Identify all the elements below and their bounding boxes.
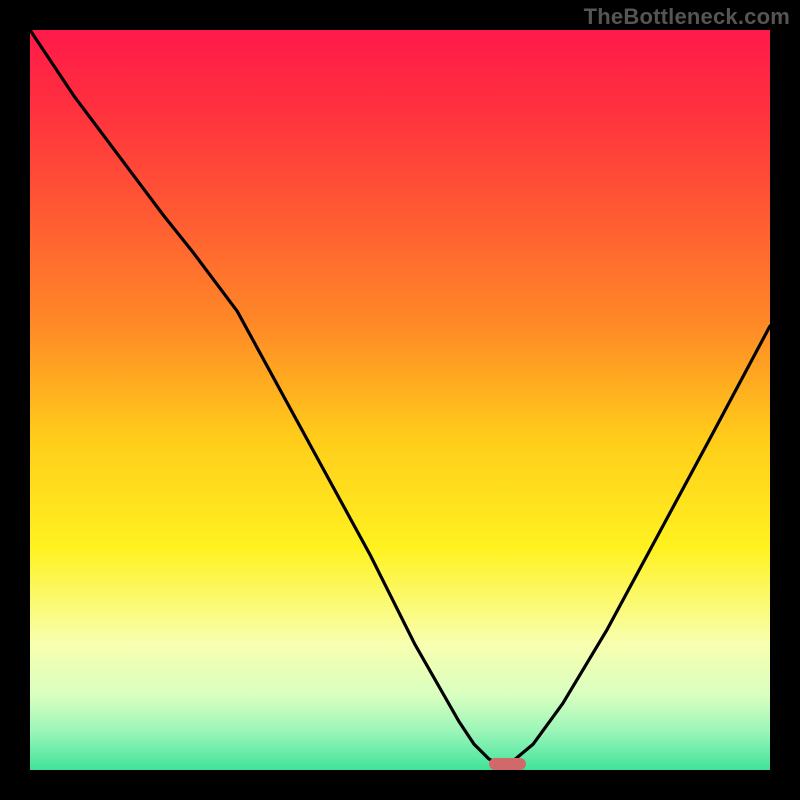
- chart-frame: TheBottleneck.com: [0, 0, 800, 800]
- watermark-text: TheBottleneck.com: [584, 4, 790, 30]
- minimum-marker: [489, 758, 526, 770]
- bottleneck-curve: [30, 30, 770, 770]
- plot-area: [30, 30, 770, 770]
